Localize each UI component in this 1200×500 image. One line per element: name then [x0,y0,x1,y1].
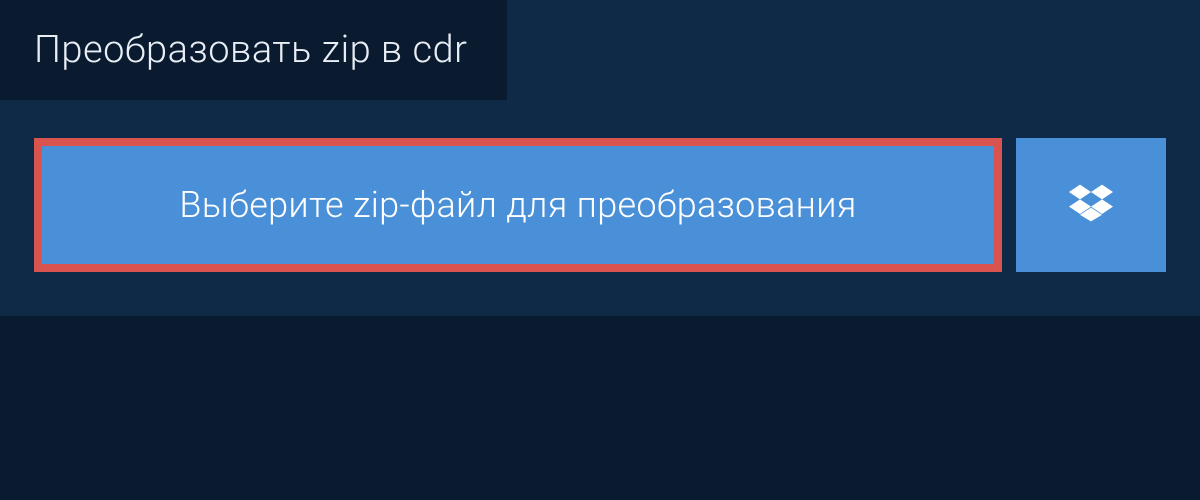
tab-title: Преобразовать zip в cdr [34,28,467,72]
dropbox-icon [1069,181,1113,229]
tab-convert[interactable]: Преобразовать zip в cdr [0,0,507,100]
dropbox-button[interactable] [1016,138,1166,272]
select-file-button[interactable]: Выберите zip-файл для преобразования [34,138,1002,272]
tab-bar: Преобразовать zip в cdr [0,0,1200,100]
converter-panel: Преобразовать zip в cdr Выберите zip-фай… [0,0,1200,316]
upload-area: Выберите zip-файл для преобразования [0,100,1200,316]
select-file-label: Выберите zip-файл для преобразования [179,184,856,226]
